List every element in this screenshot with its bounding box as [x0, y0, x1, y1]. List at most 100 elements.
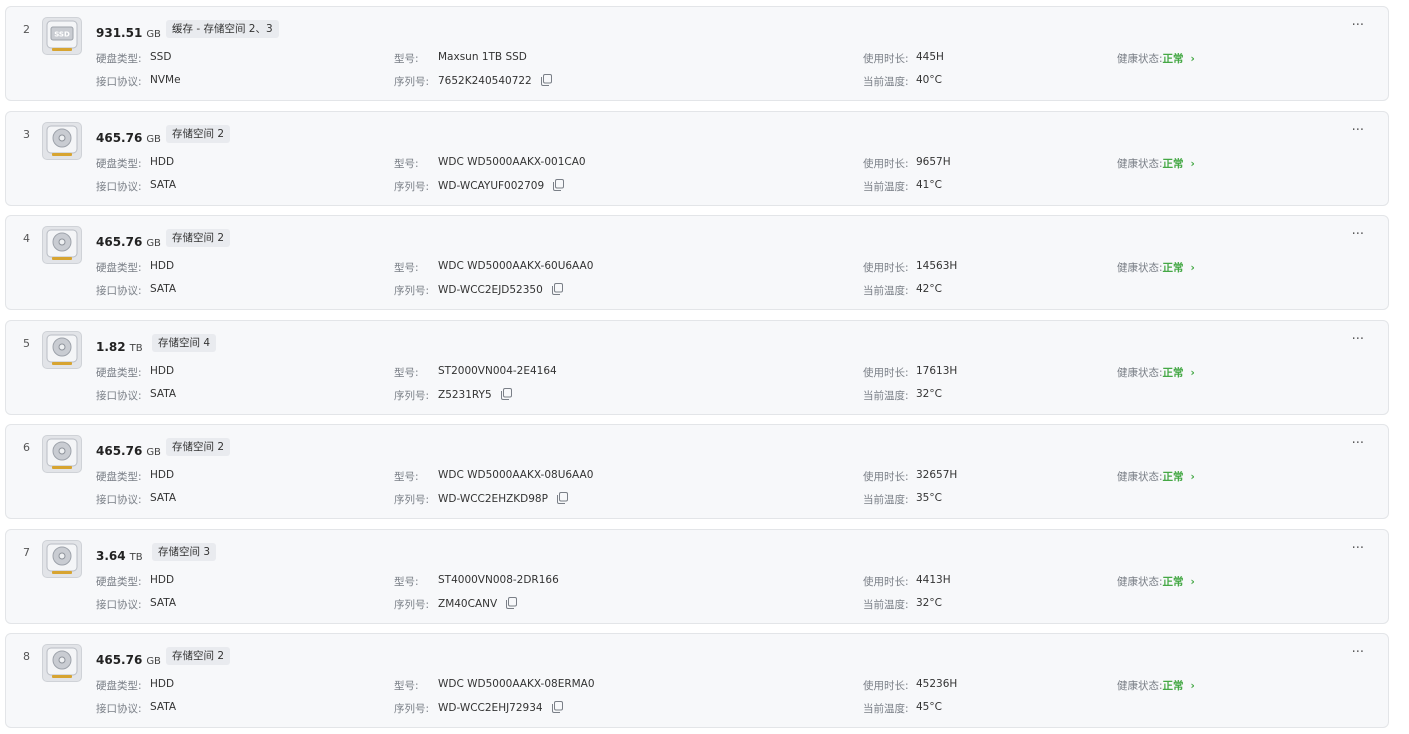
temperature-value: 41°C — [916, 179, 942, 191]
disk-index: 4 — [23, 232, 30, 245]
disk-card: 2 SSD 931.51 GB 缓存 - 存储空间 2、3 ··· 硬盘类型: S… — [5, 6, 1389, 101]
chevron-right-icon[interactable]: › — [1191, 576, 1195, 588]
storage-pool-tag: 存储空间 2 — [166, 438, 231, 456]
capacity-unit: GB — [146, 447, 161, 458]
health-value[interactable]: 正常 — [1163, 680, 1184, 692]
interface-label: 接口协议: — [96, 599, 142, 611]
disk-capacity: 3.64 TB — [96, 545, 143, 564]
health-value[interactable]: 正常 — [1163, 53, 1184, 65]
model-label: 型号: — [394, 158, 419, 170]
model-value: WDC WD5000AAKX-08ERMA0 — [438, 678, 595, 690]
model-label: 型号: — [394, 680, 419, 692]
chevron-right-icon[interactable]: › — [1191, 262, 1195, 274]
health-value[interactable]: 正常 — [1163, 471, 1184, 483]
hard-disk-icon: SSD — [42, 17, 82, 55]
more-options-icon[interactable]: ··· — [1352, 541, 1364, 556]
copy-icon[interactable] — [551, 283, 563, 295]
disk-type-label: 硬盘类型: — [96, 680, 142, 692]
hard-disk-icon — [42, 435, 82, 473]
model-value: WDC WD5000AAKX-60U6AA0 — [438, 260, 594, 272]
serial-label: 序列号: — [394, 390, 430, 402]
temperature-label: 当前温度: — [863, 494, 909, 506]
more-options-icon[interactable]: ··· — [1352, 332, 1364, 347]
chevron-right-icon[interactable]: › — [1191, 158, 1195, 170]
model-label: 型号: — [394, 262, 419, 274]
copy-icon[interactable] — [552, 179, 565, 191]
health-value[interactable]: 正常 — [1163, 367, 1184, 379]
disk-card: 3 465.76 GB 存储空间 2 ··· 硬盘类型: HDD 型号: WDC … — [5, 111, 1389, 206]
model-value: WDC WD5000AAKX-08U6AA0 — [438, 469, 594, 481]
more-options-icon[interactable]: ··· — [1352, 645, 1364, 660]
copy-icon[interactable] — [556, 492, 568, 504]
health-status[interactable]: 健康状态:正常 › — [1117, 469, 1195, 484]
capacity-value: 465.76 — [96, 444, 143, 458]
serial-field: WD-WCAYUF002709 — [438, 179, 565, 192]
uptime-label: 使用时长: — [863, 680, 909, 692]
copy-icon[interactable] — [500, 388, 512, 400]
serial-field: ZM40CANV — [438, 597, 518, 610]
storage-pool-tag: 存储空间 2 — [166, 125, 231, 143]
interface-label: 接口协议: — [96, 703, 142, 715]
svg-text:SSD: SSD — [54, 31, 70, 39]
health-label: 健康状态: — [1117, 576, 1163, 588]
health-status[interactable]: 健康状态:正常 › — [1117, 365, 1195, 380]
more-options-icon[interactable]: ··· — [1352, 436, 1364, 451]
uptime-label: 使用时长: — [863, 262, 909, 274]
model-value: Maxsun 1TB SSD — [438, 51, 527, 63]
chevron-right-icon[interactable]: › — [1191, 471, 1195, 483]
disk-index: 6 — [23, 441, 30, 454]
capacity-unit: GB — [146, 238, 161, 249]
disk-type-value: HDD — [150, 469, 175, 481]
capacity-value: 3.64 — [96, 549, 126, 563]
uptime-label: 使用时长: — [863, 53, 909, 65]
disk-index: 7 — [23, 546, 30, 559]
hard-disk-icon — [42, 122, 82, 160]
serial-value: Z5231RY5 — [438, 389, 492, 401]
disk-type-label: 硬盘类型: — [96, 576, 142, 588]
temperature-label: 当前温度: — [863, 703, 909, 715]
disk-card: 6 465.76 GB 存储空间 2 ··· 硬盘类型: HDD 型号: WDC … — [5, 424, 1389, 519]
serial-value: WD-WCC2EJD52350 — [438, 284, 543, 296]
model-label: 型号: — [394, 53, 419, 65]
temperature-label: 当前温度: — [863, 390, 909, 402]
storage-pool-tag: 存储空间 2 — [166, 229, 231, 247]
disk-capacity: 931.51 GB — [96, 22, 161, 41]
more-options-icon[interactable]: ··· — [1352, 123, 1364, 138]
disk-type-label: 硬盘类型: — [96, 262, 142, 274]
disk-card: 8 465.76 GB 存储空间 2 ··· 硬盘类型: HDD 型号: WDC … — [5, 633, 1389, 728]
interface-value: SATA — [150, 492, 177, 504]
health-value[interactable]: 正常 — [1163, 158, 1184, 170]
copy-icon[interactable] — [505, 597, 518, 609]
health-label: 健康状态: — [1117, 53, 1163, 65]
health-status[interactable]: 健康状态:正常 › — [1117, 678, 1195, 693]
serial-field: WD-WCC2EHZKD98P — [438, 492, 568, 505]
uptime-value: 45236H — [916, 678, 958, 690]
health-value[interactable]: 正常 — [1163, 262, 1184, 274]
more-options-icon[interactable]: ··· — [1352, 227, 1364, 242]
copy-icon[interactable] — [540, 74, 552, 86]
health-status[interactable]: 健康状态:正常 › — [1117, 574, 1195, 589]
health-value[interactable]: 正常 — [1163, 576, 1184, 588]
chevron-right-icon[interactable]: › — [1191, 53, 1195, 65]
uptime-label: 使用时长: — [863, 367, 909, 379]
health-status[interactable]: 健康状态:正常 › — [1117, 156, 1195, 171]
health-status[interactable]: 健康状态:正常 › — [1117, 260, 1195, 275]
more-options-icon[interactable]: ··· — [1352, 18, 1364, 33]
interface-value: SATA — [150, 179, 177, 191]
uptime-value: 445H — [916, 51, 944, 63]
model-label: 型号: — [394, 471, 419, 483]
uptime-value: 17613H — [916, 365, 958, 377]
capacity-unit: GB — [146, 134, 161, 145]
disk-type-label: 硬盘类型: — [96, 158, 142, 170]
disk-type-value: HDD — [150, 574, 175, 586]
disk-type-value: HDD — [150, 260, 175, 272]
uptime-value: 9657H — [916, 156, 951, 168]
copy-icon[interactable] — [551, 701, 563, 713]
interface-value: SATA — [150, 388, 177, 400]
chevron-right-icon[interactable]: › — [1191, 367, 1195, 379]
model-label: 型号: — [394, 576, 419, 588]
health-status[interactable]: 健康状态:正常 › — [1117, 51, 1195, 66]
storage-pool-tag: 存储空间 3 — [152, 543, 217, 561]
serial-label: 序列号: — [394, 599, 430, 611]
chevron-right-icon[interactable]: › — [1191, 680, 1195, 692]
